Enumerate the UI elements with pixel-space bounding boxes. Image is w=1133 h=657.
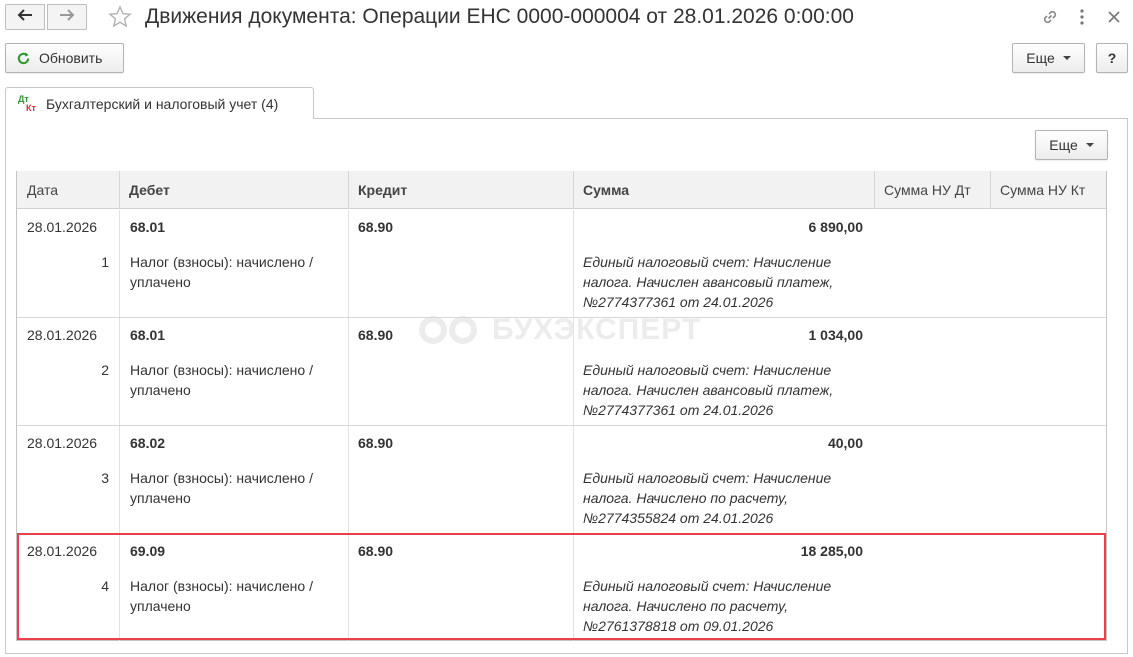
grid-more-button[interactable]: Еще	[1035, 130, 1108, 160]
row-sum: 6 890,00	[808, 219, 864, 235]
column-header-credit[interactable]: Кредит	[348, 171, 573, 209]
help-button[interactable]: ?	[1096, 43, 1128, 73]
row-debit-subconto: уплачено	[130, 490, 191, 506]
row-content: налога. Начислено по расчету,	[583, 490, 789, 506]
more-button[interactable]: Еще	[1012, 43, 1085, 73]
star-icon[interactable]	[106, 4, 134, 30]
row-content: налога. Начислен авансовый платеж,	[583, 382, 834, 398]
row-number: 3	[101, 470, 109, 486]
row-number: 1	[101, 254, 109, 270]
grid-more-label: Еще	[1049, 137, 1078, 153]
row-debit-account: 68.02	[130, 435, 166, 451]
link-icon[interactable]	[1037, 4, 1063, 30]
column-header-sum[interactable]: Сумма	[573, 171, 874, 209]
column-header-date[interactable]: Дата	[17, 171, 119, 209]
row-content: Единый налоговый счет: Начисление	[583, 362, 832, 378]
row-debit-subconto: уплачено	[130, 382, 191, 398]
row-date: 28.01.2026	[27, 435, 98, 451]
column-divider[interactable]	[119, 171, 120, 209]
more-label: Еще	[1026, 50, 1055, 66]
refresh-icon	[16, 51, 31, 66]
row-sum: 40,00	[827, 435, 863, 451]
refresh-button[interactable]: Обновить	[5, 43, 124, 73]
dt-kt-icon: Дт Кт	[18, 93, 36, 113]
column-divider	[348, 318, 349, 425]
row-sum: 1 034,00	[808, 327, 864, 343]
refresh-label: Обновить	[39, 50, 103, 66]
column-divider	[119, 426, 120, 533]
row-content: Единый налоговый счет: Начисление	[583, 254, 832, 270]
row-date: 28.01.2026	[27, 327, 98, 343]
column-divider	[573, 426, 574, 533]
column-divider[interactable]	[348, 171, 349, 209]
column-divider	[348, 210, 349, 317]
column-divider[interactable]	[874, 171, 875, 209]
row-debit-account: 68.01	[130, 327, 166, 343]
row-number: 2	[101, 362, 109, 378]
column-header-sum-nu-kt[interactable]: Сумма НУ Кт	[990, 171, 1106, 209]
column-divider[interactable]	[573, 171, 574, 209]
row-credit-account: 68.90	[358, 435, 394, 451]
tab-accounting[interactable]: Дт Кт Бухгалтерский и налоговый учет (4)	[5, 87, 314, 119]
row-debit-subconto: Налог (взносы): начислено /	[130, 470, 313, 486]
row-date: 28.01.2026	[27, 219, 98, 235]
tab-divider	[314, 118, 1128, 119]
row-debit-subconto: Налог (взносы): начислено /	[130, 254, 313, 270]
column-divider	[119, 210, 120, 317]
row-credit-account: 68.90	[358, 219, 394, 235]
forward-button[interactable]	[47, 4, 87, 30]
column-divider	[573, 210, 574, 317]
column-divider	[119, 318, 120, 425]
row-content: №2774377361 от 24.01.2026	[583, 294, 774, 310]
highlighted-row-frame	[17, 533, 1106, 640]
column-divider	[348, 426, 349, 533]
window-title: Движения документа: Операции ЕНС 0000-00…	[145, 5, 854, 28]
tab-label: Бухгалтерский и налоговый учет (4)	[46, 95, 279, 112]
row-content: налога. Начислен авансовый платеж,	[583, 274, 834, 290]
row-content: Единый налоговый счет: Начисление	[583, 470, 832, 486]
row-content: №2774377361 от 24.01.2026	[583, 402, 774, 418]
more-vert-icon[interactable]	[1071, 4, 1093, 30]
back-button[interactable]	[5, 4, 45, 30]
chevron-down-icon	[1062, 56, 1071, 60]
row-credit-account: 68.90	[358, 327, 394, 343]
row-debit-subconto: уплачено	[130, 274, 191, 290]
row-debit-subconto: Налог (взносы): начислено /	[130, 362, 313, 378]
forward-arrow-icon	[59, 8, 75, 26]
column-divider[interactable]	[990, 171, 991, 209]
help-label: ?	[1107, 50, 1117, 66]
column-divider	[573, 318, 574, 425]
back-arrow-icon	[17, 8, 33, 26]
row-content: №2774355824 от 24.01.2026	[583, 510, 774, 526]
column-header-sum-nu-dt[interactable]: Сумма НУ Дт	[874, 171, 990, 209]
close-icon[interactable]	[1102, 4, 1126, 30]
row-debit-account: 68.01	[130, 219, 166, 235]
chevron-down-icon	[1085, 143, 1094, 147]
column-header-debit[interactable]: Дебет	[119, 171, 348, 209]
